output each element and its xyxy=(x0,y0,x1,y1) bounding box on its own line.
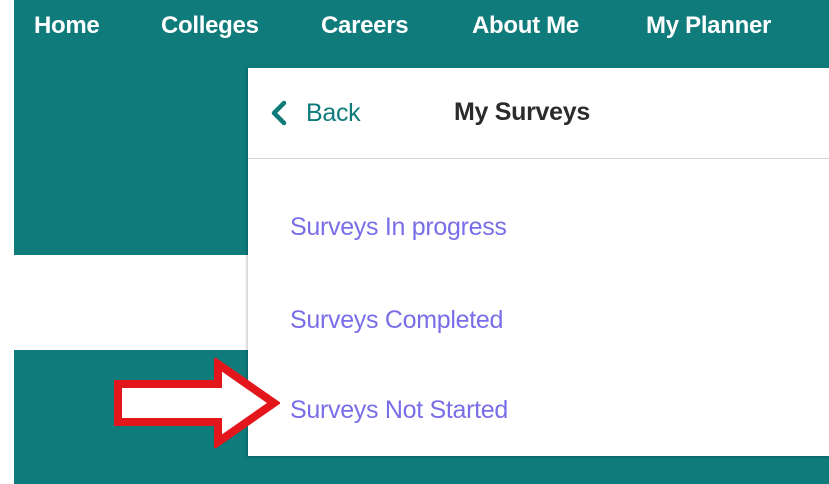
nav-item-careers[interactable]: Careers xyxy=(321,12,409,40)
link-surveys-in-progress[interactable]: Surveys In progress xyxy=(290,213,507,242)
top-navigation: Home Colleges Careers About Me My Planne… xyxy=(14,0,829,56)
panel-header: Back My Surveys xyxy=(248,68,829,159)
back-button[interactable]: Back xyxy=(268,96,361,130)
panel-title: My Surveys xyxy=(454,98,590,126)
link-surveys-not-started[interactable]: Surveys Not Started xyxy=(290,396,508,425)
link-surveys-completed[interactable]: Surveys Completed xyxy=(290,306,503,335)
page: Home Colleges Careers About Me My Planne… xyxy=(0,0,829,484)
nav-item-home[interactable]: Home xyxy=(34,12,100,40)
surveys-dropdown-panel: Back My Surveys Surveys In progress Surv… xyxy=(248,68,829,456)
nav-item-colleges[interactable]: Colleges xyxy=(161,12,259,40)
nav-item-about-me[interactable]: About Me xyxy=(472,12,579,40)
arrow-right-icon xyxy=(114,358,280,448)
nav-item-my-planner[interactable]: My Planner xyxy=(646,12,771,40)
back-label: Back xyxy=(306,98,361,127)
chevron-left-icon xyxy=(271,100,287,126)
